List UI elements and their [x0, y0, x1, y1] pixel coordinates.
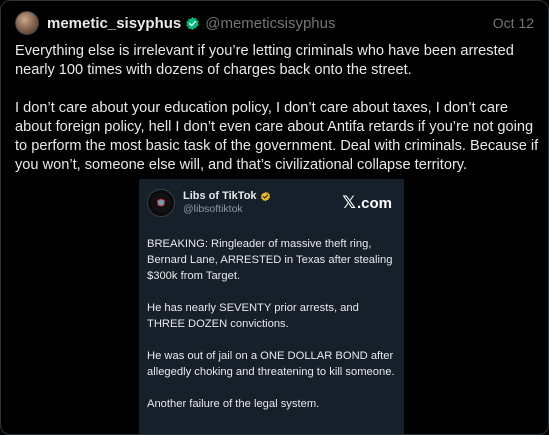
- embedded-tweet-header: Libs of TikTok @libsoftiktok 𝕏 .com: [147, 188, 392, 218]
- tweet-header: memetic_sisyphus @memeticsisyphus Oct 12: [15, 11, 534, 35]
- tweet-card[interactable]: memetic_sisyphus @memeticsisyphus Oct 12…: [0, 0, 549, 435]
- embedded-paragraph: BREAKING: Ringleader of massive theft ri…: [147, 238, 393, 282]
- embedded-author-name-row: Libs of TikTok: [183, 190, 271, 203]
- author-avatar[interactable]: [15, 11, 39, 35]
- x-brand-suffix: .com: [356, 194, 392, 212]
- embedded-author-names: Libs of TikTok @libsoftiktok: [183, 190, 271, 216]
- embedded-paragraph: Another failure of the legal system.: [147, 398, 320, 410]
- tweet-paragraph: Everything else is irrelevant if you’re …: [15, 43, 514, 78]
- tweet-body: Everything else is irrelevant if you’re …: [15, 42, 540, 194]
- embedded-tweet-image[interactable]: Libs of TikTok @libsoftiktok 𝕏 .com BREA…: [139, 179, 404, 434]
- author-display-name[interactable]: memetic_sisyphus: [47, 15, 181, 32]
- tweet-paragraph: I don’t care about your education policy…: [15, 100, 539, 173]
- embedded-author-handle: @libsoftiktok: [183, 203, 243, 215]
- embedded-author-avatar: [147, 189, 175, 217]
- embedded-paragraph: He was out of jail on a ONE DOLLAR BOND …: [147, 350, 395, 378]
- tweet-date[interactable]: Oct 12: [493, 15, 534, 31]
- embedded-author-display-name: Libs of TikTok: [183, 190, 257, 202]
- embedded-tweet-body: BREAKING: Ringleader of massive theft ri…: [147, 236, 399, 428]
- embedded-paragraph: He has nearly SEVENTY prior arrests, and…: [147, 302, 359, 330]
- x-logo-icon: 𝕏: [342, 193, 356, 212]
- x-brand: 𝕏 .com: [342, 193, 392, 213]
- verified-badge-icon: [185, 16, 200, 31]
- gold-verified-badge-icon: [260, 191, 271, 202]
- author-handle[interactable]: @memeticsisyphus: [205, 15, 335, 32]
